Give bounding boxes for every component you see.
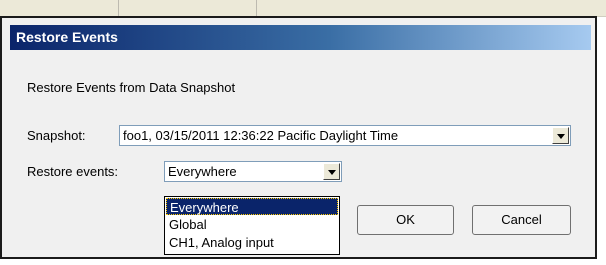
snapshot-dropdown-button[interactable] (552, 127, 569, 144)
background-column-divider (119, 0, 257, 16)
restore-events-dropdown-list: Everywhere Global CH1, Analog input (164, 196, 340, 255)
dialog-title-bar[interactable]: Restore Events (10, 25, 591, 50)
background-column-divider (0, 0, 119, 16)
snapshot-select-value: foo1, 03/15/2011 12:36:22 Pacific Daylig… (123, 128, 399, 143)
ok-button[interactable]: OK (357, 205, 454, 235)
dialog-description: Restore Events from Data Snapshot (27, 80, 236, 95)
dropdown-arrow-icon (557, 134, 565, 139)
dropdown-option-everywhere[interactable]: Everywhere (166, 198, 338, 215)
snapshot-select[interactable]: foo1, 03/15/2011 12:36:22 Pacific Daylig… (119, 125, 571, 146)
snapshot-label: Snapshot: (27, 128, 86, 143)
restore-events-label: Restore events: (27, 164, 119, 179)
dropdown-arrow-icon (328, 170, 336, 175)
background-window-strip (0, 0, 606, 17)
dropdown-option-global[interactable]: Global (166, 216, 338, 233)
dialog-title: Restore Events (16, 29, 118, 45)
restore-events-select-value: Everywhere (168, 164, 237, 179)
cancel-button[interactable]: Cancel (472, 205, 571, 235)
restore-events-select[interactable]: Everywhere (164, 161, 342, 182)
restore-events-dropdown-button[interactable] (323, 163, 340, 180)
dropdown-option-ch1-analog-input[interactable]: CH1, Analog input (166, 234, 338, 251)
